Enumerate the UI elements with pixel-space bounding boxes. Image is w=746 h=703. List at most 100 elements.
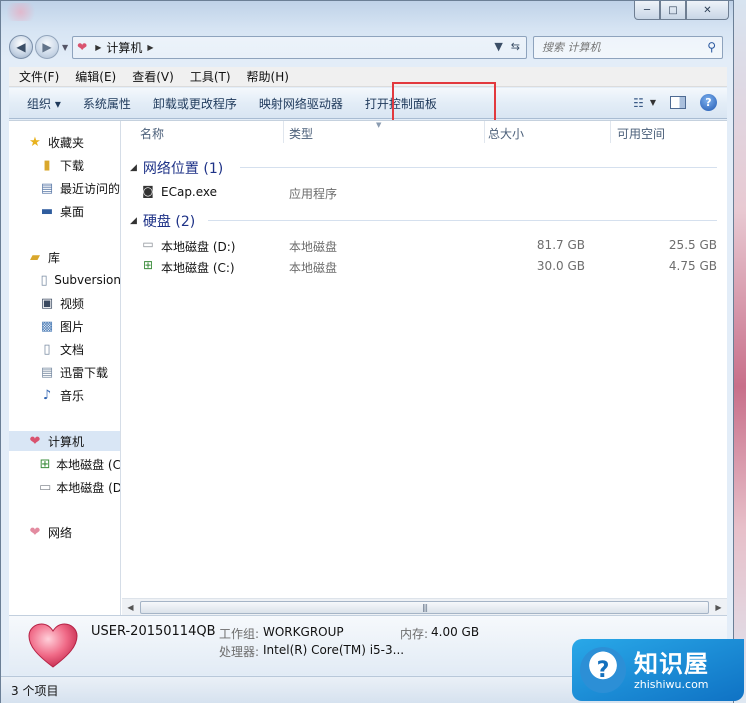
refresh-icon[interactable]: ⇆: [511, 40, 520, 53]
download-library-icon: ▤: [40, 364, 54, 380]
command-bar: 组织 ▾ 系统属性 卸载或更改程序 映射网络驱动器 打开控制面板 ☷ ▼ ?: [9, 82, 727, 132]
file-list: 名称 类型 ▼ 总大小 可用空间 ◢ 网络位置 (1) ◙ ECap.exe 应…: [122, 121, 727, 615]
file-row-ecap[interactable]: ◙ ECap.exe 应用程序: [122, 182, 727, 202]
search-input[interactable]: [542, 40, 692, 54]
column-divider[interactable]: [283, 121, 284, 143]
scroll-right-icon[interactable]: ▶: [710, 599, 727, 615]
nav-subversion[interactable]: ▯ Subversion: [9, 270, 120, 290]
back-button[interactable]: ◀: [9, 35, 33, 59]
column-header-total-size[interactable]: 总大小: [488, 125, 524, 142]
nav-libraries[interactable]: ▰ 库: [9, 247, 120, 267]
drive-row-c[interactable]: ⊞ 本地磁盘 (C:) 本地磁盘 30.0 GB 4.75 GB: [122, 256, 727, 276]
uninstall-program-button[interactable]: 卸载或更改程序: [142, 95, 248, 112]
system-properties-button[interactable]: 系统属性: [72, 95, 142, 112]
breadcrumb-chevron-icon[interactable]: ▶: [147, 43, 153, 52]
star-icon: ★: [29, 134, 41, 150]
menu-file[interactable]: 文件(F): [11, 68, 67, 85]
drive-icon: ▭: [142, 237, 154, 251]
nav-local-c[interactable]: ⊞ 本地磁盘 (C: [9, 454, 120, 474]
group-divider: [240, 167, 717, 168]
system-drive-icon: ⊞: [39, 456, 51, 472]
nav-network[interactable]: ❤ 网络: [9, 522, 120, 542]
address-actions: ▼ ⇆: [494, 40, 520, 53]
menu-view[interactable]: 查看(V): [124, 68, 182, 85]
watermark-subtitle: zhishiwu.com: [634, 677, 709, 691]
menu-help[interactable]: 帮助(H): [239, 68, 297, 85]
nav-desktop[interactable]: ▬ 桌面: [9, 201, 120, 221]
maximize-button[interactable]: □: [660, 1, 686, 20]
info-monitor-icon: ?: [580, 647, 626, 693]
column-header-free-space[interactable]: 可用空间: [617, 125, 665, 142]
forward-arrow-icon: ▶: [42, 40, 52, 54]
menu-edit[interactable]: 编辑(E): [67, 68, 124, 85]
system-drive-icon: ⊞: [142, 258, 154, 272]
column-divider[interactable]: [610, 121, 611, 143]
cpu-label: 处理器:: [219, 645, 260, 659]
desktop-background: [732, 0, 746, 703]
recent-pages-dropdown-icon[interactable]: ▼: [62, 43, 68, 52]
breadcrumb-computer[interactable]: 计算机: [106, 39, 142, 56]
organize-button[interactable]: 组织 ▾: [19, 95, 72, 112]
back-arrow-icon: ◀: [16, 40, 26, 54]
menu-tools[interactable]: 工具(T): [182, 68, 239, 85]
view-dropdown-icon[interactable]: ▼: [650, 98, 656, 107]
document-icon: ▯: [43, 341, 51, 357]
title-decoration: [7, 3, 41, 21]
help-icon[interactable]: ?: [700, 94, 717, 111]
close-button[interactable]: ✕: [686, 1, 729, 20]
forward-button[interactable]: ▶: [35, 35, 59, 59]
change-view-icon[interactable]: ☷: [633, 96, 644, 110]
view-controls: ☷ ▼ ?: [633, 94, 717, 111]
desktop-icon: ▬: [40, 203, 54, 219]
camera-app-icon: ◙: [142, 184, 154, 198]
watermark-title: 知识屋: [634, 649, 709, 678]
nav-recent[interactable]: ▤ 最近访问的: [9, 178, 120, 198]
network-icon: ❤: [29, 524, 41, 540]
horizontal-scrollbar[interactable]: ◀ ||| ▶: [122, 598, 727, 615]
computer-heart-icon: ❤: [29, 433, 41, 449]
address-bar[interactable]: ❤ ▶ 计算机 ▶ ▼ ⇆: [72, 35, 527, 59]
memory-value: 4.00 GB: [431, 625, 480, 639]
recent-places-icon: ▤: [40, 180, 54, 196]
library-icon: ▰: [30, 249, 40, 265]
nav-music[interactable]: ♪ 音乐: [9, 385, 120, 405]
open-control-panel-button[interactable]: 打开控制面板: [354, 95, 448, 112]
nav-favorites[interactable]: ★ 收藏夹: [9, 132, 120, 152]
nav-xunlei[interactable]: ▤ 迅雷下载: [9, 362, 120, 382]
group-header-network[interactable]: ◢ 网络位置 (1): [130, 158, 223, 178]
breadcrumb-chevron-icon[interactable]: ▶: [95, 43, 101, 52]
column-divider[interactable]: [484, 121, 485, 143]
workgroup-label: 工作组:: [219, 627, 260, 641]
preview-pane-icon[interactable]: [670, 96, 686, 109]
column-header-name[interactable]: 名称: [140, 125, 164, 142]
scroll-left-icon[interactable]: ◀: [122, 599, 139, 615]
computer-heart-icon: [28, 623, 78, 668]
group-header-hard-disks[interactable]: ◢ 硬盘 (2): [130, 211, 195, 231]
minimize-button[interactable]: ─: [634, 1, 660, 20]
scrollbar-thumb[interactable]: |||: [140, 600, 709, 614]
nav-documents[interactable]: ▯ 文档: [9, 339, 120, 359]
watermark-text: 知识屋 zhishiwu.com: [634, 650, 715, 691]
nav-videos[interactable]: ▣ 视频: [9, 293, 120, 313]
column-header-type[interactable]: 类型: [289, 125, 313, 142]
nav-local-d[interactable]: ▭ 本地磁盘 (D: [9, 477, 120, 497]
item-count: 3 个项目: [11, 683, 59, 698]
explorer-window: ─ □ ✕ ◀ ▶ ▼ ❤ ▶ 计算机 ▶ ▼ ⇆ ⚲ 文件(F) 编辑(E) …: [0, 0, 734, 703]
collapse-triangle-icon[interactable]: ◢: [130, 216, 137, 226]
address-dropdown-icon[interactable]: ▼: [494, 40, 502, 53]
workgroup-value: WORKGROUP: [263, 625, 344, 639]
computer-icon: ❤: [77, 40, 88, 54]
nav-computer[interactable]: ❤ 计算机: [9, 431, 120, 451]
sort-indicator-icon: ▼: [376, 121, 382, 129]
navigation-pane: ★ 收藏夹 ▮ 下载 ▤ 最近访问的 ▬ 桌面 ▰ 库 ▯ Subversion: [9, 121, 121, 615]
nav-downloads[interactable]: ▮ 下载: [9, 155, 120, 175]
collapse-triangle-icon[interactable]: ◢: [130, 163, 137, 173]
nav-pictures[interactable]: ▩ 图片: [9, 316, 120, 336]
download-folder-icon: ▮: [43, 157, 51, 173]
search-box[interactable]: ⚲: [533, 35, 723, 59]
picture-icon: ▩: [40, 318, 54, 334]
drive-row-d[interactable]: ▭ 本地磁盘 (D:) 本地磁盘 81.7 GB 25.5 GB: [122, 235, 727, 255]
watermark-logo: ? 知识屋 zhishiwu.com: [572, 639, 744, 701]
search-icon[interactable]: ⚲: [707, 40, 716, 54]
map-network-drive-button[interactable]: 映射网络驱动器: [248, 95, 354, 112]
